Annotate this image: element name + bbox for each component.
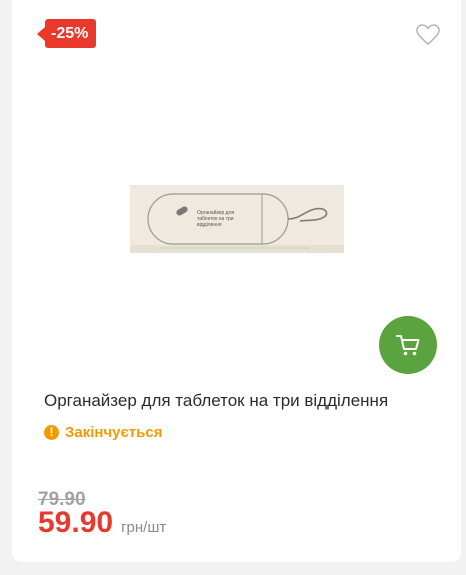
stock-status: ! Закінчується (44, 424, 162, 441)
add-to-cart-button[interactable] (379, 316, 437, 374)
discount-badge: -25% (36, 19, 97, 48)
exclamation-icon: ! (44, 425, 59, 440)
price-unit: грн/шт (121, 519, 167, 536)
product-card[interactable]: -25% Органайзер для таблеток на три відд… (12, 0, 461, 562)
stock-status-label: Закінчується (65, 424, 163, 441)
product-title[interactable]: Органайзер для таблеток на три відділенн… (44, 391, 454, 411)
favorite-heart-icon[interactable] (415, 23, 441, 47)
svg-text:відділення: відділення (197, 222, 222, 228)
current-price: 59.90 (38, 506, 114, 539)
cart-icon (396, 335, 420, 356)
price-row: 59.90 грн/шт (38, 506, 166, 540)
image-label: Органайзер для (197, 209, 235, 216)
product-image[interactable]: Органайзер для таблеток на три відділенн… (130, 185, 344, 253)
